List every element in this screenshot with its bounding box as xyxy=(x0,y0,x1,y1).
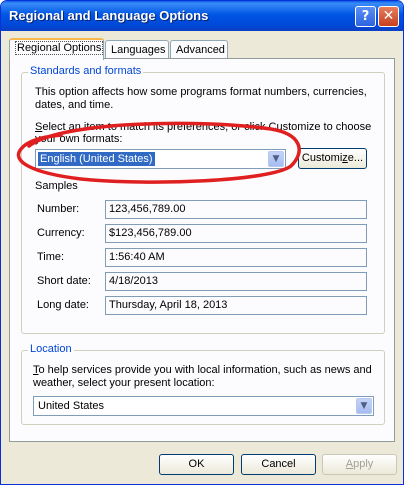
location-legend: Location xyxy=(28,343,74,355)
chevron-down-icon[interactable]: ▼ xyxy=(356,398,372,414)
sample-value-currency: $123,456,789.00 xyxy=(109,227,192,239)
tab-label: Advanced xyxy=(176,44,225,56)
apply-button[interactable]: Apply xyxy=(322,454,397,475)
chevron-down-icon[interactable]: ▼ xyxy=(268,151,284,167)
sample-value-time: 1:56:40 AM xyxy=(109,251,165,263)
help-icon: ? xyxy=(361,9,370,24)
standards-desc-line2: dates, and time. xyxy=(35,99,114,111)
sample-label-number: Number: xyxy=(37,203,80,215)
standards-desc-line1: This option affects how some programs fo… xyxy=(35,86,367,98)
ok-button[interactable]: OK xyxy=(159,454,234,475)
sample-field-number: 123,456,789.00 xyxy=(105,200,367,219)
format-dropdown[interactable]: English (United States) ▼ xyxy=(35,149,286,169)
location-desc-text: o help services provide you with local i… xyxy=(38,364,372,376)
customize-label-start: Customi xyxy=(301,152,343,164)
location-groupbox: Location To help services provide you wi… xyxy=(21,343,385,425)
tab-label: Regional Options xyxy=(15,41,104,55)
close-icon: ✕ xyxy=(382,8,395,24)
location-dropdown[interactable]: United States ▼ xyxy=(33,396,374,416)
location-desc-line1: To help services provide you with local … xyxy=(33,364,372,377)
select-instruction-line2: your own formats: xyxy=(35,133,123,145)
tab-panel: Standards and formats This option affect… xyxy=(9,58,395,442)
title-bar[interactable]: Regional and Language Options ? ✕ xyxy=(1,1,403,31)
sample-field-short-date: 4/18/2013 xyxy=(105,272,367,291)
apply-label: pply xyxy=(353,458,374,470)
cancel-button[interactable]: Cancel xyxy=(241,454,316,475)
tab-languages[interactable]: Languages xyxy=(105,40,169,59)
sample-field-time: 1:56:40 AM xyxy=(105,248,367,267)
dialog-window: Regional and Language Options ? ✕ Region… xyxy=(0,0,404,485)
window-title: Regional and Language Options xyxy=(9,8,209,23)
sample-label-time: Time: xyxy=(37,251,65,263)
close-button[interactable]: ✕ xyxy=(378,6,399,27)
tab-advanced[interactable]: Advanced xyxy=(170,40,228,59)
select-instruction-text: elect an item to match its preferences, … xyxy=(42,121,372,133)
sample-field-long-date: Thursday, April 18, 2013 xyxy=(105,296,367,315)
location-desc-line2: weather, select your present location: xyxy=(33,377,215,389)
standards-groupbox: Standards and formats This option affect… xyxy=(21,65,385,334)
sample-value-short-date: 4/18/2013 xyxy=(109,275,158,287)
samples-label: Samples xyxy=(35,180,78,192)
sample-value-long-date: Thursday, April 18, 2013 xyxy=(109,299,228,311)
apply-accelerator: A xyxy=(345,458,354,470)
sample-label-short-date: Short date: xyxy=(37,275,91,287)
format-dropdown-value: English (United States) xyxy=(38,152,155,166)
tab-regional-options[interactable]: Regional Options xyxy=(9,38,104,60)
standards-legend: Standards and formats xyxy=(28,65,144,77)
sample-label-currency: Currency: xyxy=(37,227,85,239)
sample-value-number: 123,456,789.00 xyxy=(109,203,186,215)
tab-label: Languages xyxy=(111,44,166,56)
customize-label-end: e... xyxy=(347,152,364,164)
sample-field-currency: $123,456,789.00 xyxy=(105,224,367,243)
sample-label-long-date: Long date: xyxy=(37,299,89,311)
help-button[interactable]: ? xyxy=(355,6,376,27)
location-dropdown-value: United States xyxy=(38,400,105,412)
customize-button[interactable]: Customize... xyxy=(298,148,367,169)
